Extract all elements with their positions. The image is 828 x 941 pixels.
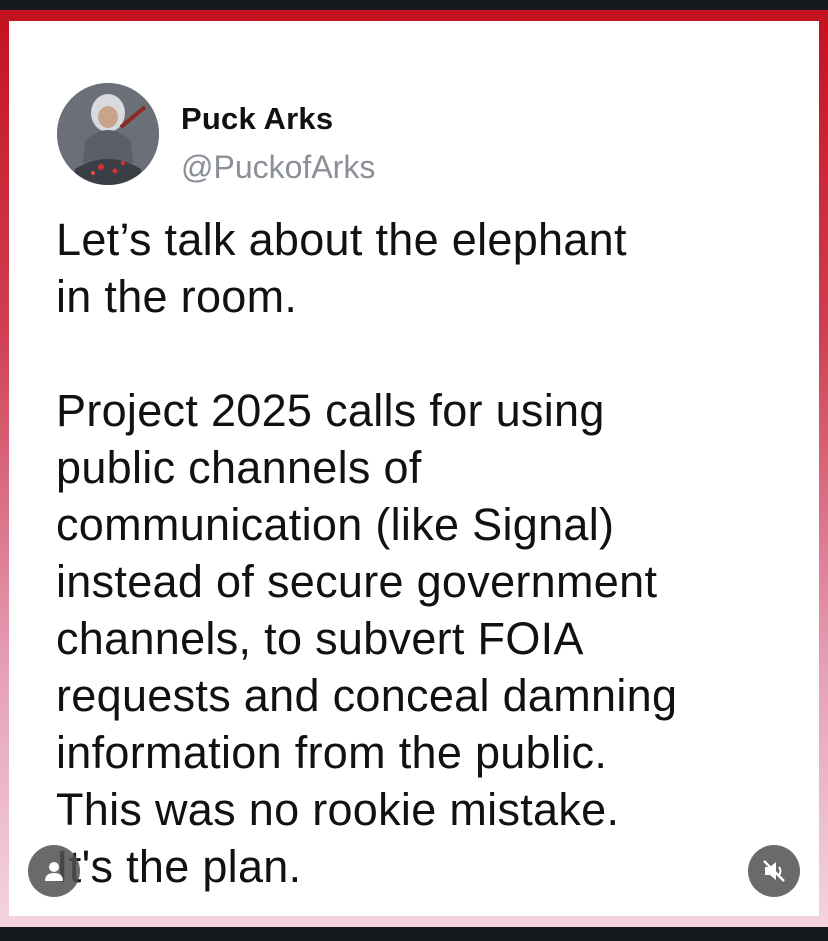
- avatar-image: [57, 83, 159, 185]
- avatar[interactable]: [57, 83, 159, 185]
- post-paragraph-1: Let’s talk about the elephant in the roo…: [56, 211, 811, 325]
- user-icon: [45, 862, 63, 881]
- post-frame: Puck Arks @PuckofArks Let’s talk about t…: [0, 10, 828, 927]
- post-line: Let’s talk about the elephant: [56, 214, 627, 265]
- post-line: Project 2025 calls for using: [56, 385, 605, 436]
- post-line: communication (like Signal): [56, 499, 615, 550]
- post-card: Puck Arks @PuckofArks Let’s talk about t…: [9, 21, 819, 916]
- post-text: Let’s talk about the elephant in the roo…: [56, 211, 811, 895]
- author-display-name[interactable]: Puck Arks: [181, 101, 333, 137]
- tagged-users-button[interactable]: [28, 845, 80, 897]
- post-header: Puck Arks @PuckofArks: [57, 83, 557, 193]
- post-line: instead of secure government: [56, 556, 658, 607]
- post-line: information from the public.: [56, 727, 608, 778]
- post-line: public channels of: [56, 442, 422, 493]
- muted-speaker-icon: [763, 860, 785, 882]
- mute-toggle-button[interactable]: [748, 845, 800, 897]
- author-handle[interactable]: @PuckofArks: [181, 149, 375, 186]
- post-paragraph-2: Project 2025 calls for using public chan…: [56, 382, 811, 895]
- post-line: requests and conceal damning: [56, 670, 678, 721]
- post-line: This was no rookie mistake.: [56, 784, 620, 835]
- post-line: It's the plan.: [56, 841, 302, 892]
- post-line: in the room.: [56, 271, 298, 322]
- post-line: channels, to subvert FOIA: [56, 613, 584, 664]
